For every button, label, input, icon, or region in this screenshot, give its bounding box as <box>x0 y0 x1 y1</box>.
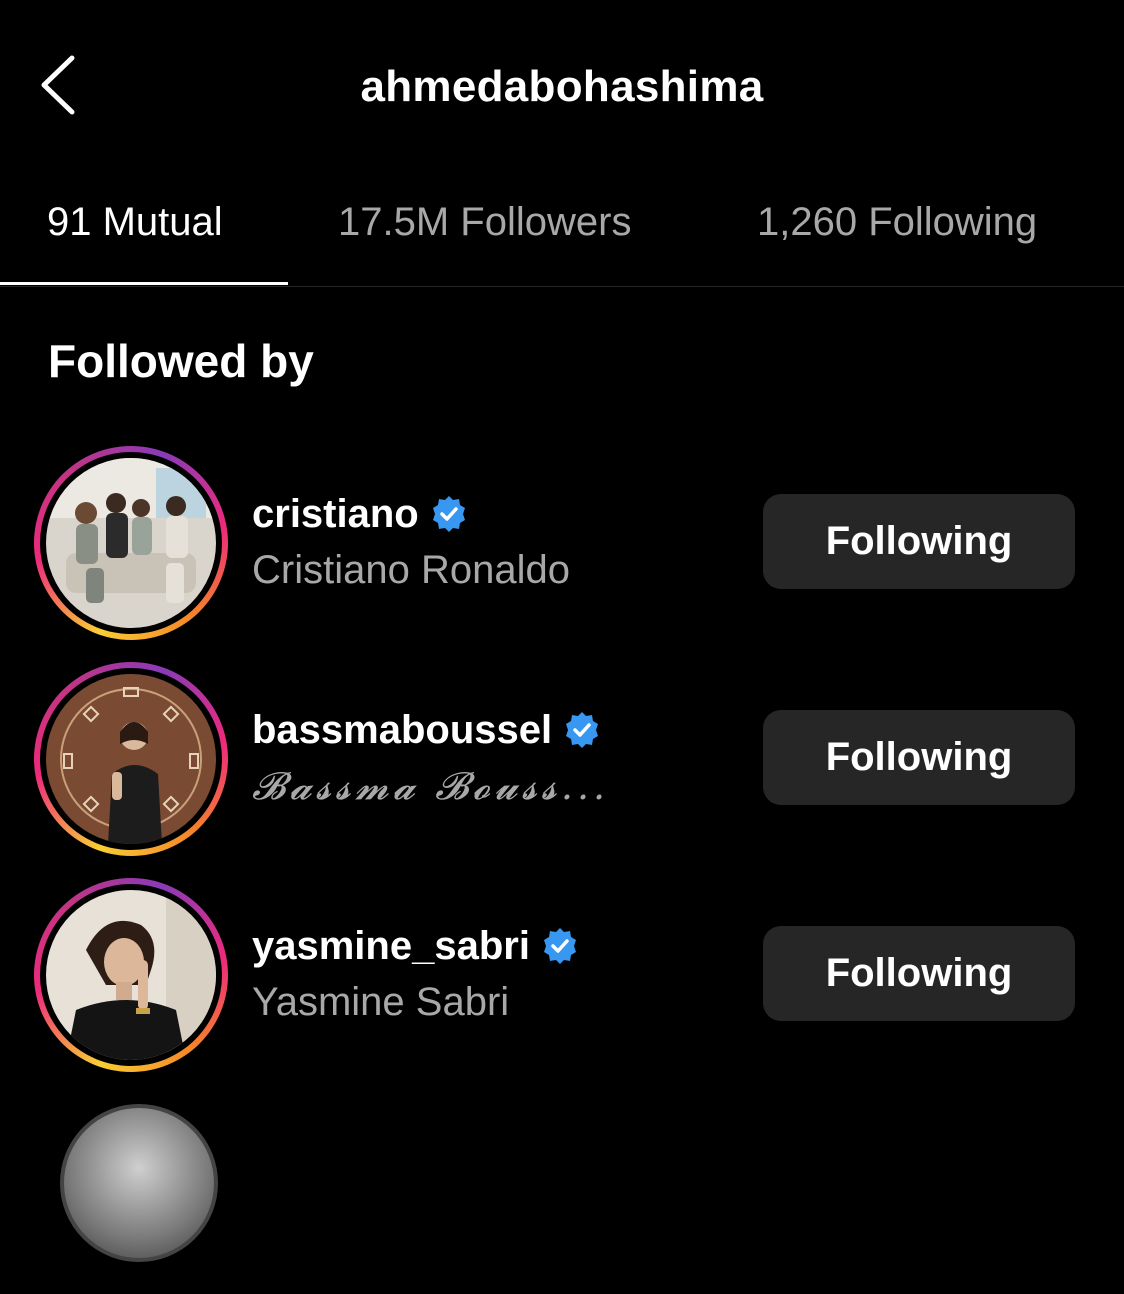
verified-badge-icon <box>429 494 469 534</box>
verified-badge-icon <box>562 710 602 750</box>
full-name: Yasmine Sabri <box>252 980 510 1024</box>
username[interactable]: cristiano <box>252 492 419 537</box>
story-ring[interactable] <box>34 878 228 1072</box>
verified-badge-icon <box>540 926 580 966</box>
tab-followers[interactable]: 17.5M Followers <box>338 200 631 245</box>
account-row-yasmine-sabri[interactable]: yasmine_sabri Yasmine Sabri Following <box>0 878 1124 1078</box>
section-title: Followed by <box>48 335 314 387</box>
avatar <box>46 674 216 844</box>
page-title: ahmedabohashima <box>360 62 764 111</box>
active-tab-indicator <box>0 282 288 285</box>
avatar <box>46 890 216 1060</box>
following-button[interactable]: Following <box>763 494 1075 589</box>
following-button[interactable]: Following <box>763 926 1075 1021</box>
account-row-partial[interactable] <box>0 1094 1124 1294</box>
avatar <box>46 458 216 628</box>
account-row-bassmaboussel[interactable]: bassmaboussel 𝓑𝓪𝓼𝓼𝓶𝓪 𝓑𝓸𝓾𝓼𝓼... Following <box>0 662 1124 862</box>
header: ahmedabohashima <box>0 0 1124 170</box>
tab-mutual[interactable]: 91 Mutual <box>47 200 223 245</box>
tab-following[interactable]: 1,260 Following <box>757 200 1037 245</box>
avatar <box>60 1104 218 1262</box>
following-button[interactable]: Following <box>763 710 1075 805</box>
story-ring[interactable] <box>34 446 228 640</box>
full-name: 𝓑𝓪𝓼𝓼𝓶𝓪 𝓑𝓸𝓾𝓼𝓼... <box>252 764 610 808</box>
full-name: Cristiano Ronaldo <box>252 548 570 592</box>
story-ring[interactable] <box>34 662 228 856</box>
tab-bar: 91 Mutual 17.5M Followers 1,260 Followin… <box>0 170 1124 287</box>
username[interactable]: bassmaboussel <box>252 708 552 753</box>
username[interactable]: yasmine_sabri <box>252 924 530 969</box>
account-row-cristiano[interactable]: cristiano Cristiano Ronaldo Following <box>0 446 1124 646</box>
